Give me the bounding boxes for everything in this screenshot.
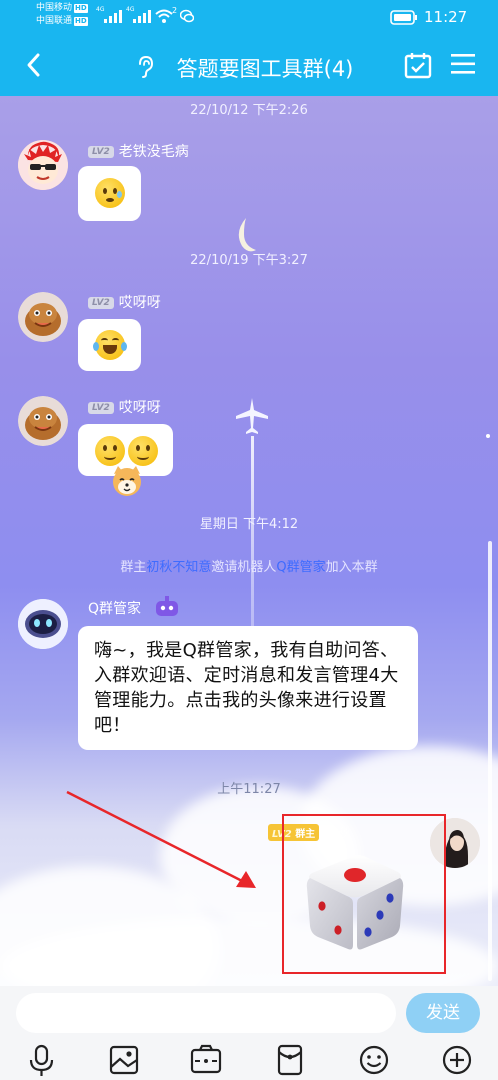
microphone-icon [29, 1044, 54, 1076]
emoji-message[interactable] [78, 166, 141, 221]
star-decoration [486, 434, 490, 438]
avatar[interactable] [18, 396, 68, 446]
carrier-2: 中国联通 HD [36, 16, 88, 26]
smile-emoji-icon [128, 436, 158, 466]
level-badge: LV2 [88, 297, 114, 309]
bot-message[interactable]: 嗨~，我是Q群管家，我有自助问答、入群欢迎语、定时消息和发言管理4大管理能力。点… [78, 626, 418, 750]
red-packet-button[interactable] [270, 1040, 310, 1080]
smile-emoji-icon [95, 436, 125, 466]
highlight-box [282, 814, 446, 974]
crying-laughing-emoji-icon [93, 330, 127, 360]
robot-badge-icon [156, 596, 178, 616]
level-badge: LV2 [88, 402, 114, 414]
signal-icon [104, 10, 122, 23]
system-notice: 群主初秋不知意邀请机器人Q群管家加入本群 [120, 560, 378, 575]
bot-avatar[interactable] [18, 599, 68, 649]
level-badge: LV2 [88, 146, 114, 158]
calendar-icon[interactable] [404, 51, 432, 79]
emoji-button[interactable] [354, 1040, 394, 1080]
wechat-icon [180, 9, 194, 23]
battery-icon [390, 10, 417, 25]
send-button[interactable]: 发送 [406, 993, 480, 1033]
annotation-arrow-icon [66, 790, 256, 888]
plus-icon [442, 1045, 472, 1075]
sender-line: LV2 老铁没毛病 [88, 141, 189, 161]
avatar[interactable] [18, 292, 68, 342]
wifi-count: 2 [172, 6, 178, 15]
status-bar: 中国移动 HD 中国联通 HD 4G 4G 2 11:27 [0, 0, 498, 34]
sender-name[interactable]: 老铁没毛病 [119, 144, 189, 160]
chat-header: 答题要图工具群(4) [0, 34, 498, 96]
photo-button[interactable] [104, 1040, 144, 1080]
emoji-message[interactable] [78, 319, 141, 371]
owner-link[interactable]: 初秋不知意 [146, 560, 211, 575]
menu-icon[interactable] [450, 53, 476, 75]
sender-name[interactable]: Q群管家 [88, 601, 141, 617]
scrollbar[interactable] [488, 541, 492, 981]
message-text: 嗨~，我是Q群管家，我有自助问答、入群欢迎语、定时消息和发言管理4大管理能力。点… [94, 640, 399, 736]
chat-area[interactable]: 22/10/12 下午2:26 LV2 老铁没毛病 22/10/19 下午3:27 [0, 96, 498, 986]
sender-line: LV2 哎呀呀 [88, 292, 161, 312]
signal-2-icon [133, 10, 151, 23]
smiley-icon [359, 1045, 389, 1075]
avatar[interactable] [18, 140, 68, 190]
camera-icon [190, 1044, 222, 1074]
voice-button[interactable] [22, 1040, 62, 1080]
image-icon [109, 1045, 139, 1075]
more-button[interactable] [437, 1040, 477, 1080]
flushed-emoji-icon [95, 178, 125, 208]
wifi-icon [155, 9, 173, 23]
timestamp: 22/10/19 下午3:27 [190, 253, 308, 268]
camera-button[interactable] [186, 1040, 226, 1080]
clock: 11:27 [424, 8, 468, 26]
dog-sticker-icon [113, 466, 141, 496]
airplane-decoration [236, 398, 268, 434]
input-bar: 发送 [0, 986, 498, 1080]
sender-line: LV2 哎呀呀 [88, 397, 161, 417]
message-input[interactable] [16, 993, 396, 1033]
sender-name[interactable]: 哎呀呀 [119, 400, 161, 416]
timestamp: 22/10/12 下午2:26 [190, 103, 308, 118]
sender-name[interactable]: 哎呀呀 [119, 295, 161, 311]
timestamp: 星期日 下午4:12 [199, 517, 299, 532]
sender-line: Q群管家 [88, 598, 141, 618]
red-packet-icon [277, 1044, 303, 1076]
carrier-1: 中国移动 HD [36, 3, 88, 13]
bot-link[interactable]: Q群管家 [276, 560, 325, 575]
